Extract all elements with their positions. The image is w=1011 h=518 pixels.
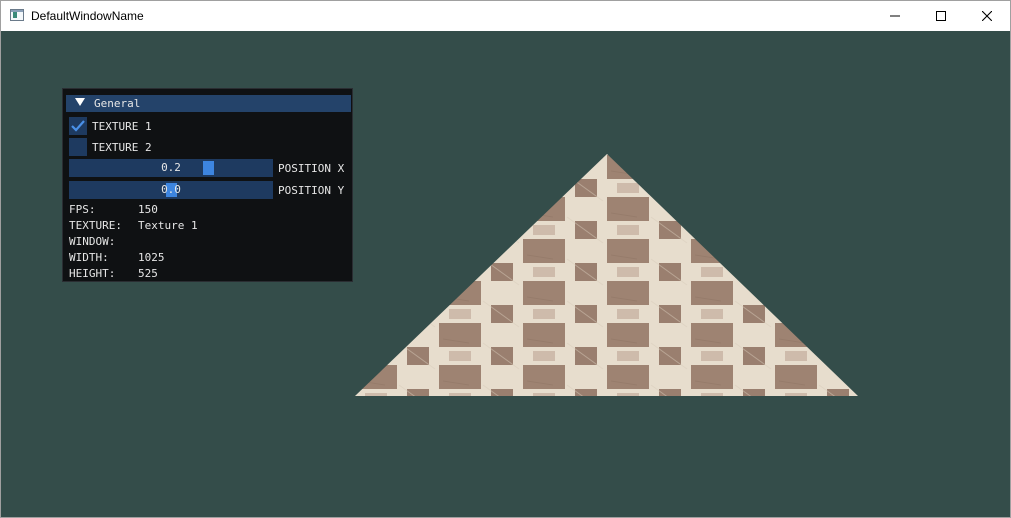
width-key: WIDTH: xyxy=(69,251,109,264)
close-icon xyxy=(982,11,992,21)
window-title: DefaultWindowName xyxy=(31,9,144,23)
close-button[interactable] xyxy=(964,1,1010,31)
minimize-icon xyxy=(890,15,900,17)
maximize-icon xyxy=(936,11,946,21)
position-y-value: 0.0 xyxy=(161,183,181,196)
minimize-button[interactable] xyxy=(872,1,918,31)
texture-2-checkbox[interactable] xyxy=(69,138,87,156)
texture-1-label[interactable]: TEXTURE 1 xyxy=(92,120,152,133)
position-x-slider[interactable]: 0.2 xyxy=(69,159,273,177)
render-viewport[interactable]: General TEXTURE 1 TEXTURE 2 0.2 POSITION… xyxy=(1,31,1010,517)
fps-value: 150 xyxy=(138,203,158,216)
textured-triangle xyxy=(355,154,858,396)
window-key: WINDOW: xyxy=(69,235,116,248)
app-window-icon xyxy=(10,9,24,21)
position-y-label: POSITION Y xyxy=(278,184,345,197)
height-key: HEIGHT: xyxy=(69,267,116,280)
general-section-header[interactable]: General xyxy=(66,95,351,112)
checkmark-icon xyxy=(71,120,85,132)
texture-2-label[interactable]: TEXTURE 2 xyxy=(92,141,152,154)
position-y-slider[interactable]: 0.0 xyxy=(69,181,273,199)
application-window: DefaultWindowName General TEXTURE 1 TEXT… xyxy=(0,0,1011,518)
height-value: 525 xyxy=(138,267,158,280)
section-title: General xyxy=(94,97,141,110)
title-bar[interactable]: DefaultWindowName xyxy=(1,1,1010,31)
width-value: 1025 xyxy=(138,251,165,264)
texture-key: TEXTURE: xyxy=(69,219,122,232)
position-x-label: POSITION X xyxy=(278,162,345,175)
texture-1-checkbox[interactable] xyxy=(69,117,87,135)
collapse-arrow-icon[interactable] xyxy=(75,98,85,106)
maximize-button[interactable] xyxy=(918,1,964,31)
texture-value: Texture 1 xyxy=(138,219,198,232)
imgui-panel[interactable]: General TEXTURE 1 TEXTURE 2 0.2 POSITION… xyxy=(62,88,353,282)
fps-key: FPS: xyxy=(69,203,96,216)
position-x-value: 0.2 xyxy=(161,161,181,174)
